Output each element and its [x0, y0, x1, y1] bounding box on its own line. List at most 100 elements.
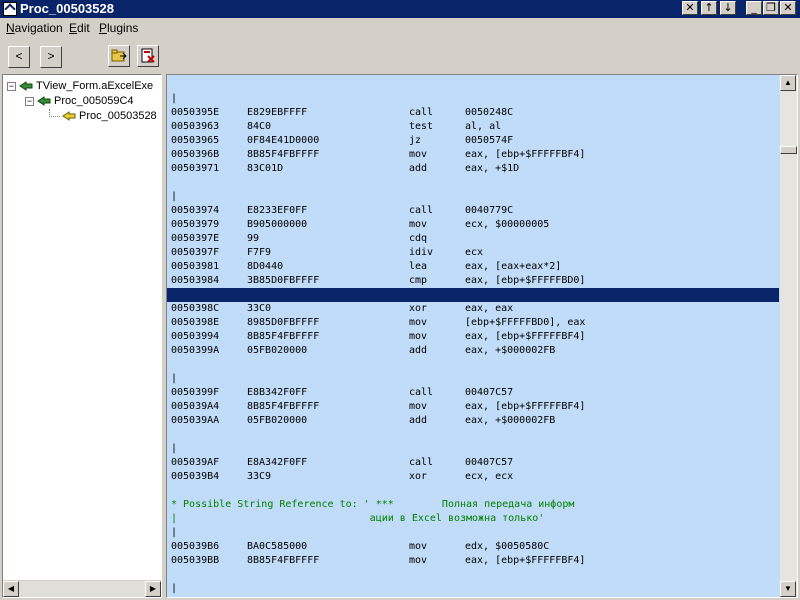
- address: 00503984: [171, 275, 220, 286]
- selected-instruction-row[interactable]: 0050398A 7D71 jnl 005039FD: [167, 288, 779, 302]
- operands: eax, +$000002FB: [465, 415, 556, 426]
- block-separator: |: [171, 583, 178, 594]
- mnemonic: test: [409, 121, 434, 132]
- menu-navigation-label: avigation: [14, 21, 63, 35]
- instruction-row[interactable]: 0050398C 33C0 xor eax, eax: [167, 302, 779, 316]
- comment-text: | ации в Excel возможна только': [171, 513, 545, 524]
- menu-plugins[interactable]: Plugins: [99, 21, 138, 35]
- tree-node-proc-current[interactable]: Proc_00503528: [49, 109, 157, 123]
- restore-button[interactable]: ❐: [763, 1, 779, 15]
- disassembly-panel[interactable]: | 0050395E E829EBFFFF call 0050248C 00503963 8…: [166, 74, 798, 598]
- instruction-row[interactable]: 005039AA 05FB020000 add eax, +$000002FB: [167, 414, 779, 428]
- operands: eax, +$000002FB: [465, 345, 556, 356]
- mnemonic: jz: [409, 135, 422, 146]
- instruction-row[interactable]: 00503974 E8233EF0FF call 0040779C: [167, 204, 779, 218]
- scroll-left-icon[interactable]: ◀: [3, 581, 19, 597]
- close-tab-button[interactable]: ✕: [682, 1, 698, 15]
- operands: eax, [ebp+$FFFFFBF4]: [465, 331, 586, 342]
- instruction-row[interactable]: 005039AF E8A342F0FF call 00407C57: [167, 456, 779, 470]
- instruction-row[interactable]: |: [167, 190, 779, 204]
- scroll-down-icon[interactable]: ▼: [780, 581, 796, 597]
- address: 00503974: [171, 205, 220, 216]
- mnemonic: call: [409, 387, 434, 398]
- mnemonic: mov: [409, 317, 428, 328]
- operands: eax, eax: [465, 303, 514, 314]
- instruction-row[interactable]: |: [167, 526, 779, 540]
- instruction-row[interactable]: 00503984 3B85D0FBFFFF cmp eax, [ebp+$FFFFFB…: [167, 274, 779, 288]
- instruction-row[interactable]: |: [167, 92, 779, 106]
- instruction-row[interactable]: 00503979 B905000000 mov ecx, $00000005: [167, 218, 779, 232]
- instruction-row[interactable]: 0050399F E8B342F0FF call 00407C57: [167, 386, 779, 400]
- tree-node-form[interactable]: − TView_Form.aExcelExe: [7, 79, 153, 93]
- instruction-row[interactable]: |: [167, 442, 779, 456]
- close-button[interactable]: ✕: [780, 1, 796, 15]
- string-reference-comment[interactable]: | ации в Excel возможна только': [167, 512, 779, 526]
- mnemonic: mov: [409, 219, 428, 230]
- mnemonic: xor: [409, 303, 428, 314]
- next-window-button[interactable]: ↓: [720, 1, 736, 15]
- mnemonic: jnl: [409, 289, 428, 300]
- opcode-bytes: B905000000: [247, 219, 308, 230]
- string-reference-comment[interactable]: * Possible String Reference to: ' *** По…: [167, 498, 779, 512]
- close-reference-button[interactable]: [137, 45, 159, 67]
- open-reference-button[interactable]: [108, 45, 130, 67]
- tree-connector: [49, 109, 60, 117]
- operands: eax, [ebp+$FFFFFBD0]: [465, 275, 586, 286]
- instruction-row: [167, 176, 779, 190]
- mnemonic: mov: [409, 149, 428, 160]
- vertical-scrollbar[interactable]: ▲ ▼: [780, 75, 797, 597]
- instruction-row[interactable]: 005039BB 8B85F4FBFFFF mov eax, [ebp+$FFFFFB…: [167, 554, 779, 568]
- instruction-row[interactable]: 0050395E E829EBFFFF call 0050248C: [167, 106, 779, 120]
- back-button[interactable]: <: [8, 46, 30, 68]
- instruction-row[interactable]: 0050397F F7F9 idiv ecx: [167, 246, 779, 260]
- instruction-row[interactable]: 0050399A 05FB020000 add eax, +$000002FB: [167, 344, 779, 358]
- scroll-up-icon[interactable]: ▲: [780, 75, 796, 91]
- operands: eax, [eax+eax*2]: [465, 261, 562, 272]
- prev-window-button[interactable]: ↑: [701, 1, 717, 15]
- collapse-icon[interactable]: −: [25, 96, 34, 106]
- tree-horizontal-scrollbar[interactable]: ◀ ▶: [3, 580, 161, 597]
- instruction-row[interactable]: 00503965 0F84E41D0000 jz 0050574F: [167, 134, 779, 148]
- instruction-row[interactable]: 0050398E 8985D0FBFFFF mov [ebp+$FFFFFBD0], …: [167, 316, 779, 330]
- instruction-row[interactable]: 005039A4 8B85F4FBFFFF mov eax, [ebp+$FFFFFB…: [167, 400, 779, 414]
- minimize-button[interactable]: _: [746, 1, 762, 15]
- instruction-row[interactable]: 005039B6 BA0C585000 mov edx, $0050580C: [167, 540, 779, 554]
- instruction-row[interactable]: 0050397E 99 cdq: [167, 232, 779, 246]
- collapse-icon[interactable]: −: [7, 81, 16, 91]
- opcode-bytes: 3B85D0FBFFFF: [247, 275, 320, 286]
- opcode-bytes: E8B342F0FF: [247, 387, 308, 398]
- disassembly-listing[interactable]: | 0050395E E829EBFFFF call 0050248C 00503963 8…: [167, 75, 779, 597]
- mnemonic: call: [409, 457, 434, 468]
- instruction-row[interactable]: 00503994 8B85F4FBFFFF mov eax, [ebp+$FFFFFB…: [167, 330, 779, 344]
- address: 00503963: [171, 121, 220, 132]
- address: 005039A4: [171, 401, 220, 412]
- opcode-bytes: 05FB020000: [247, 415, 308, 426]
- scroll-thumb[interactable]: [780, 146, 797, 154]
- instruction-row[interactable]: |: [167, 372, 779, 386]
- menu-navigation[interactable]: Navigation: [6, 21, 63, 35]
- menu-edit[interactable]: Edit: [69, 21, 90, 35]
- instruction-row[interactable]: 00503981 8D0440 lea eax, [eax+eax*2]: [167, 260, 779, 274]
- toolbar: < >: [0, 40, 800, 72]
- address: 0050395E: [171, 107, 220, 118]
- opcode-bytes: 05FB020000: [247, 345, 308, 356]
- address: 0050397F: [171, 247, 220, 258]
- instruction-row[interactable]: 00503963 84C0 test al, al: [167, 120, 779, 134]
- scroll-right-icon[interactable]: ▶: [145, 581, 161, 597]
- app-icon: [3, 2, 17, 16]
- address: 00503965: [171, 135, 220, 146]
- instruction-row[interactable]: 0050396B 8B85F4FBFFFF mov eax, [ebp+$FFFFFB…: [167, 148, 779, 162]
- address: 00503994: [171, 331, 220, 342]
- mnemonic: mov: [409, 401, 428, 412]
- forward-button[interactable]: >: [40, 46, 62, 68]
- procedure-tree[interactable]: − TView_Form.aExcelExe − Proc_005059C4 Pro…: [2, 74, 162, 598]
- mnemonic: call: [409, 107, 434, 118]
- instruction-row[interactable]: |: [167, 582, 779, 596]
- block-separator: |: [171, 443, 178, 454]
- tree-node-proc-parent[interactable]: − Proc_005059C4: [25, 94, 134, 108]
- mnemonic: call: [409, 205, 434, 216]
- opcode-bytes: E829EBFFFF: [247, 107, 308, 118]
- instruction-row[interactable]: 005039B4 33C9 xor ecx, ecx: [167, 470, 779, 484]
- operands: 00407C57: [465, 457, 514, 468]
- instruction-row[interactable]: 00503971 83C01D add eax, +$1D: [167, 162, 779, 176]
